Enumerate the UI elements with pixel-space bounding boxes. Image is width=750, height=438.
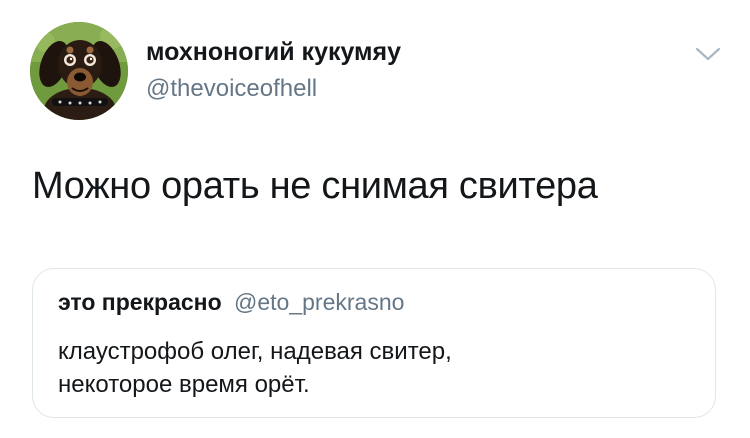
quoted-tweet-text-line: клаустрофоб олег, надевая свитер, xyxy=(58,338,452,365)
quoted-tweet-display-name: это прекрасно xyxy=(58,289,222,315)
tweet-text: Можно орать не снимая свитера xyxy=(32,165,598,207)
quoted-tweet-text: клаустрофоб олег, надевая свитер, некото… xyxy=(58,335,698,401)
tweet: мохноногий кукумяу @thevoiceofhell Можно… xyxy=(0,0,750,438)
quoted-tweet-text-line: некоторое время орёт. xyxy=(58,371,310,398)
quoted-tweet-card[interactable]: это прекрасно @eto_prekrasno клаустрофоб… xyxy=(32,268,716,418)
avatar[interactable] xyxy=(30,22,128,120)
author-handle[interactable]: @thevoiceofhell xyxy=(146,75,317,103)
chevron-down-icon[interactable] xyxy=(694,44,722,64)
author-display-name[interactable]: мохноногий кукумяу xyxy=(146,38,401,67)
dachshund-avatar-icon xyxy=(30,22,128,120)
quoted-tweet-handle: @eto_prekrasno xyxy=(234,289,405,315)
quoted-tweet-header: это прекрасно @eto_prekrasno xyxy=(58,289,404,316)
